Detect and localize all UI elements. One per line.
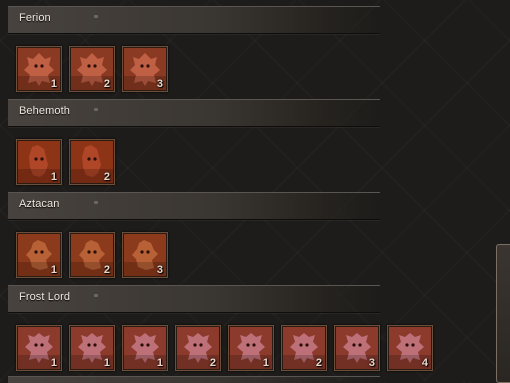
item-slot[interactable]: 3: [334, 325, 380, 371]
item-row: 12: [16, 139, 122, 185]
header-decoration: [94, 294, 98, 297]
item-level-number: 3: [156, 264, 163, 276]
item-level-number: 1: [262, 357, 269, 369]
item-level-number: 2: [103, 171, 110, 183]
item-level-number: 2: [315, 357, 322, 369]
item-level-number: 2: [103, 78, 110, 90]
item-level-number: 1: [156, 357, 163, 369]
item-slot[interactable]: 3: [122, 232, 168, 278]
side-panel-tab[interactable]: [496, 244, 510, 383]
item-slot[interactable]: 2: [69, 139, 115, 185]
item-level-number: 3: [368, 357, 375, 369]
section-header: Ferion: [8, 6, 380, 34]
item-slot[interactable]: 1: [69, 325, 115, 371]
item-level-number: 1: [103, 357, 110, 369]
item-slot[interactable]: 1: [16, 46, 62, 92]
item-slot[interactable]: 1: [122, 325, 168, 371]
item-level-number: 2: [209, 357, 216, 369]
section-title: Ferion: [19, 12, 51, 24]
item-slot[interactable]: 2: [175, 325, 221, 371]
header-decoration: [94, 201, 98, 204]
section-header: Frost Lord: [8, 285, 380, 313]
item-level-number: 4: [421, 357, 428, 369]
section-title: Aztacan: [19, 198, 60, 210]
section-header: Behemoth: [8, 99, 380, 127]
header-decoration: [94, 108, 98, 111]
section-title: Frost Lord: [19, 291, 71, 303]
item-row: 1 1 1 2 1 2 3 4: [16, 325, 440, 371]
item-level-number: 1: [50, 264, 57, 276]
item-slot[interactable]: 1: [16, 232, 62, 278]
item-slot[interactable]: 1: [16, 325, 62, 371]
item-slot[interactable]: 3: [122, 46, 168, 92]
section-header: Aztacan: [8, 192, 380, 220]
item-level-number: 1: [50, 78, 57, 90]
item-slot[interactable]: 1: [16, 139, 62, 185]
item-row: 1 2 3: [16, 46, 175, 92]
item-slot[interactable]: 2: [69, 46, 115, 92]
next-section-header: [8, 376, 380, 383]
item-slot[interactable]: 2: [69, 232, 115, 278]
item-level-number: 2: [103, 264, 110, 276]
item-slot[interactable]: 2: [281, 325, 327, 371]
item-level-number: 1: [50, 357, 57, 369]
item-slot[interactable]: 1: [228, 325, 274, 371]
item-slot[interactable]: 4: [387, 325, 433, 371]
item-level-number: 3: [156, 78, 163, 90]
section-title: Behemoth: [19, 105, 70, 117]
item-level-number: 1: [50, 171, 57, 183]
header-decoration: [94, 15, 98, 18]
item-row: 1 2 3: [16, 232, 175, 278]
